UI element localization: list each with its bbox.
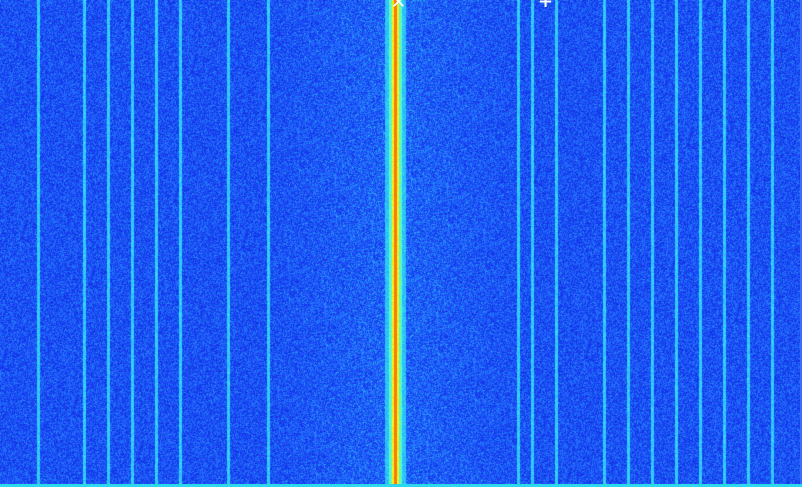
x-icon[interactable]: ✕	[391, 0, 406, 12]
plus-icon[interactable]: +	[538, 0, 553, 11]
waterfall-canvas[interactable]	[0, 0, 802, 487]
waterfall-display[interactable]: ✕ +	[0, 0, 802, 487]
